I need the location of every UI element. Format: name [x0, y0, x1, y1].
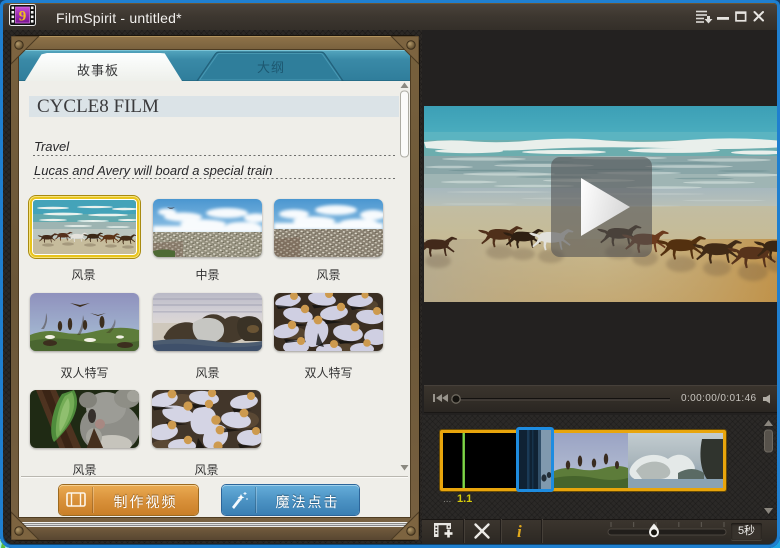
- svg-text:i: i: [517, 522, 522, 541]
- svg-text:9: 9: [19, 9, 27, 25]
